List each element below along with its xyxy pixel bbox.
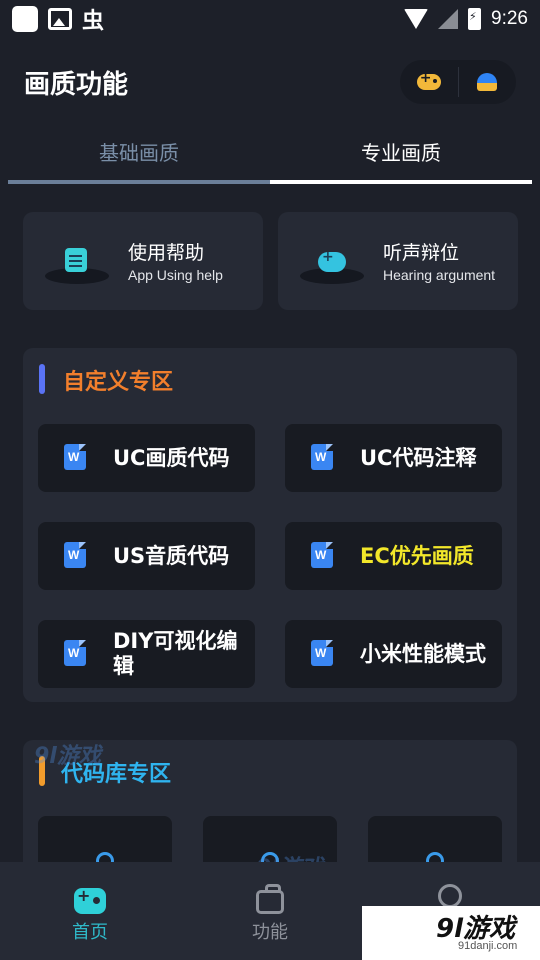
hearing-card[interactable]: 听声辩位 Hearing argument	[278, 212, 518, 310]
ec-priority-quality-button[interactable]: EC优先画质	[285, 522, 502, 590]
toolbox-icon	[256, 884, 284, 914]
card-subtitle: Hearing argument	[383, 267, 496, 283]
diy-visual-edit-button[interactable]: DIY可视化编辑	[38, 620, 255, 688]
word-file-icon	[64, 542, 86, 568]
gamepad-icon	[416, 70, 441, 90]
button-label: US音质代码	[113, 543, 230, 568]
watermark-logo: 9l游戏	[34, 744, 101, 769]
section-accent-bar	[39, 364, 45, 394]
notification-button[interactable]	[458, 60, 516, 104]
button-label: UC画质代码	[113, 445, 230, 470]
nav-label: 功能	[252, 922, 288, 943]
button-label: 小米性能模式	[360, 641, 486, 666]
app-header: 画质功能	[0, 60, 540, 106]
status-time: 9:26	[491, 8, 528, 29]
document-icon	[65, 248, 87, 272]
watermark-url: 91danji.com	[458, 940, 518, 952]
user-icon	[438, 884, 462, 908]
section-title: 自定义专区	[63, 370, 174, 395]
button-label: UC代码注释	[360, 445, 477, 470]
button-label: EC优先画质	[360, 543, 474, 568]
page-title: 画质功能	[24, 70, 129, 100]
no-signal-icon	[438, 9, 459, 29]
usage-help-card[interactable]: 使用帮助 App Using help	[23, 212, 263, 310]
custom-zone-section: 自定义专区 UC画质代码 UC代码注释 US音质代码 EC优先画质 DIY可视化…	[23, 348, 517, 702]
bell-icon	[477, 73, 498, 91]
tab-bar: 基础画质 专业画质	[8, 126, 532, 184]
button-label: DIY可视化编辑	[113, 629, 238, 678]
card-title: 听声辩位	[383, 242, 460, 264]
uc-quality-code-button[interactable]: UC画质代码	[38, 424, 255, 492]
word-file-icon	[64, 640, 86, 666]
wifi-icon	[404, 9, 429, 29]
watermark-badge: 9l游戏 91danji.com	[362, 906, 540, 960]
uc-code-comment-button[interactable]: UC代码注释	[285, 424, 502, 492]
battery-charging-icon	[468, 8, 482, 30]
status-bar: 虫 9:26	[0, 0, 540, 38]
nav-functions[interactable]: 功能	[180, 862, 360, 960]
robot-icon	[74, 886, 106, 914]
tab-underline-inactive	[8, 180, 270, 184]
tab-pro-quality[interactable]: 专业画质	[270, 126, 532, 176]
tab-basic-quality[interactable]: 基础画质	[8, 126, 270, 176]
word-file-icon	[311, 542, 333, 568]
notification-square-icon	[12, 6, 38, 32]
word-file-icon	[311, 444, 333, 470]
xiaomi-performance-button[interactable]: 小米性能模式	[285, 620, 502, 688]
card-title: 使用帮助	[128, 242, 205, 264]
us-audio-code-button[interactable]: US音质代码	[38, 522, 255, 590]
header-actions	[400, 60, 516, 104]
word-file-icon	[311, 640, 333, 666]
nav-home[interactable]: 首页	[0, 862, 180, 960]
nav-label: 首页	[72, 922, 108, 943]
image-notification-icon	[48, 8, 72, 30]
game-mode-button[interactable]	[400, 60, 458, 104]
gamepad-icon	[318, 249, 346, 272]
word-file-icon	[64, 444, 86, 470]
bug-notification-icon: 虫	[82, 9, 105, 34]
card-subtitle: App Using help	[128, 267, 223, 283]
